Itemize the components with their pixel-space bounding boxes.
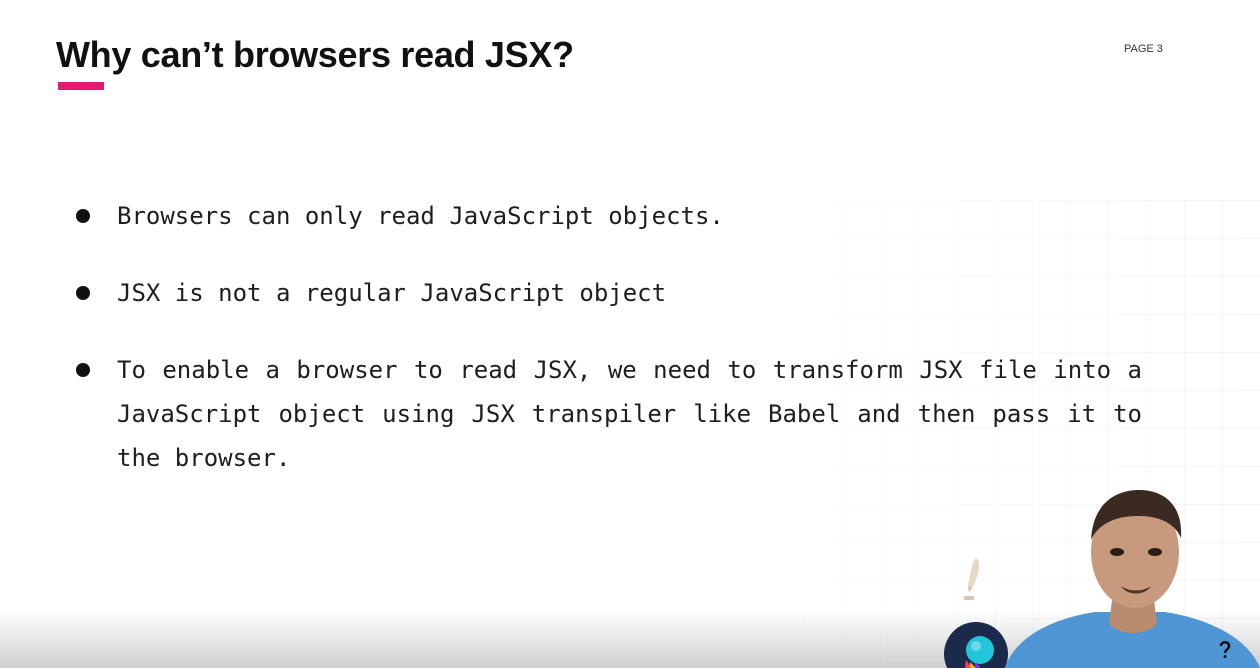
corner-glyph-icon bbox=[1219, 641, 1231, 658]
bullet-item: Browsers can only read JavaScript object… bbox=[74, 194, 1142, 238]
pencil-icon[interactable] bbox=[958, 556, 986, 600]
bullet-text: Browsers can only read JavaScript object… bbox=[117, 202, 724, 230]
bullet-item: To enable a browser to read JSX, we need… bbox=[74, 348, 1142, 480]
slide: Why can’t browsers read JSX? PAGE 3 Brow… bbox=[0, 0, 1260, 668]
slide-title: Why can’t browsers read JSX? bbox=[56, 34, 574, 75]
title-accent-bar bbox=[58, 82, 104, 90]
bullet-text: JSX is not a regular JavaScript object bbox=[117, 279, 667, 307]
bullet-list: Browsers can only read JavaScript object… bbox=[74, 194, 1142, 513]
bullet-item: JSX is not a regular JavaScript object bbox=[74, 271, 1142, 315]
bullet-dot-icon bbox=[76, 209, 90, 223]
bullet-text: To enable a browser to read JSX, we need… bbox=[117, 356, 1142, 472]
page-label: PAGE 3 bbox=[1124, 43, 1163, 55]
bullet-dot-icon bbox=[76, 363, 90, 377]
bullet-dot-icon bbox=[76, 286, 90, 300]
